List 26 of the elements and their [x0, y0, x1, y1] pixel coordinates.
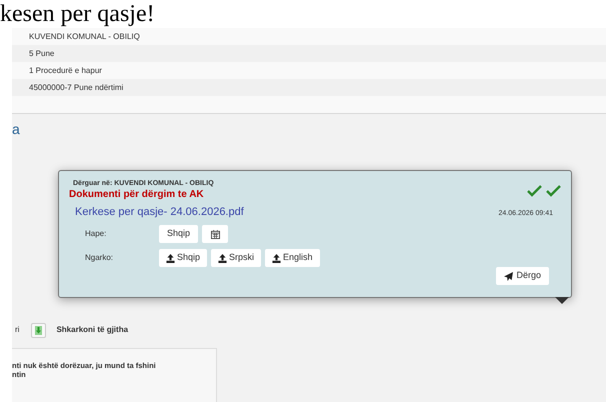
section-title: a [12, 120, 20, 138]
detail-text: KUVENDI KOMUNAL - OBILIQ [29, 30, 140, 42]
upload-button[interactable]: Srpski [211, 249, 262, 267]
paper-plane-icon [504, 272, 514, 280]
calendar-icon [210, 230, 220, 238]
row-label: Ngarko: [85, 252, 114, 264]
upload-icon [272, 254, 282, 262]
file-link[interactable]: Kerkese per qasje- 24.06.2026.pdf [75, 205, 244, 219]
download-icon [35, 326, 42, 334]
open-button[interactable]: Shqip [159, 225, 198, 243]
detail-text: 45000000-7 Pune ndërtimi [29, 82, 124, 94]
upload-icon [218, 254, 228, 262]
card-title: Dokumenti për dërgim te AK [69, 188, 205, 201]
upload-button[interactable]: Shqip [159, 249, 208, 267]
row-label: Hape: [85, 228, 108, 240]
toolbar-text: ri [15, 324, 20, 336]
page-heading: kesen per qasje! [0, 0, 155, 28]
upload-button[interactable]: English [265, 249, 320, 267]
upload-icon [166, 254, 175, 262]
detail-text: 1 Procedurë e hapur [29, 64, 102, 76]
calendar-button[interactable] [202, 225, 228, 243]
download-button[interactable] [31, 322, 46, 338]
detail-text: 5 Pune [29, 48, 54, 60]
download-all-link[interactable]: Shkarkoni të gjitha [56, 324, 128, 336]
send-button[interactable]: Dërgo [496, 267, 549, 285]
pointer-arrow [555, 297, 569, 304]
